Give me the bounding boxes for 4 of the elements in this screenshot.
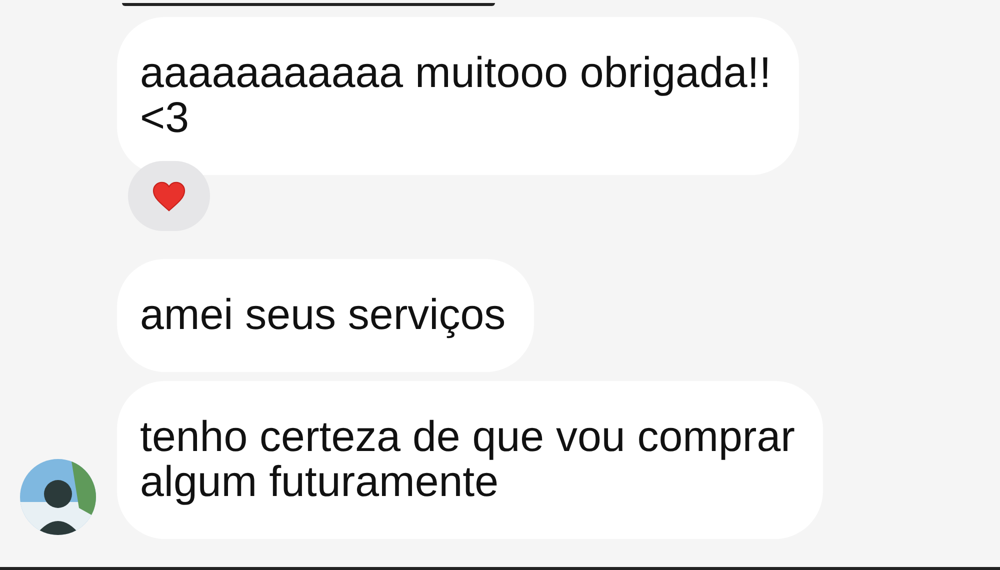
- message-bubble: aaaaaaaaaaa muitooo obrigada!! <3: [117, 17, 800, 175]
- heart-icon: [152, 180, 186, 212]
- message-bubble: tenho certeza de que vou comprar algum futuramente: [117, 381, 823, 539]
- message-bubble: amei seus serviços: [117, 259, 534, 372]
